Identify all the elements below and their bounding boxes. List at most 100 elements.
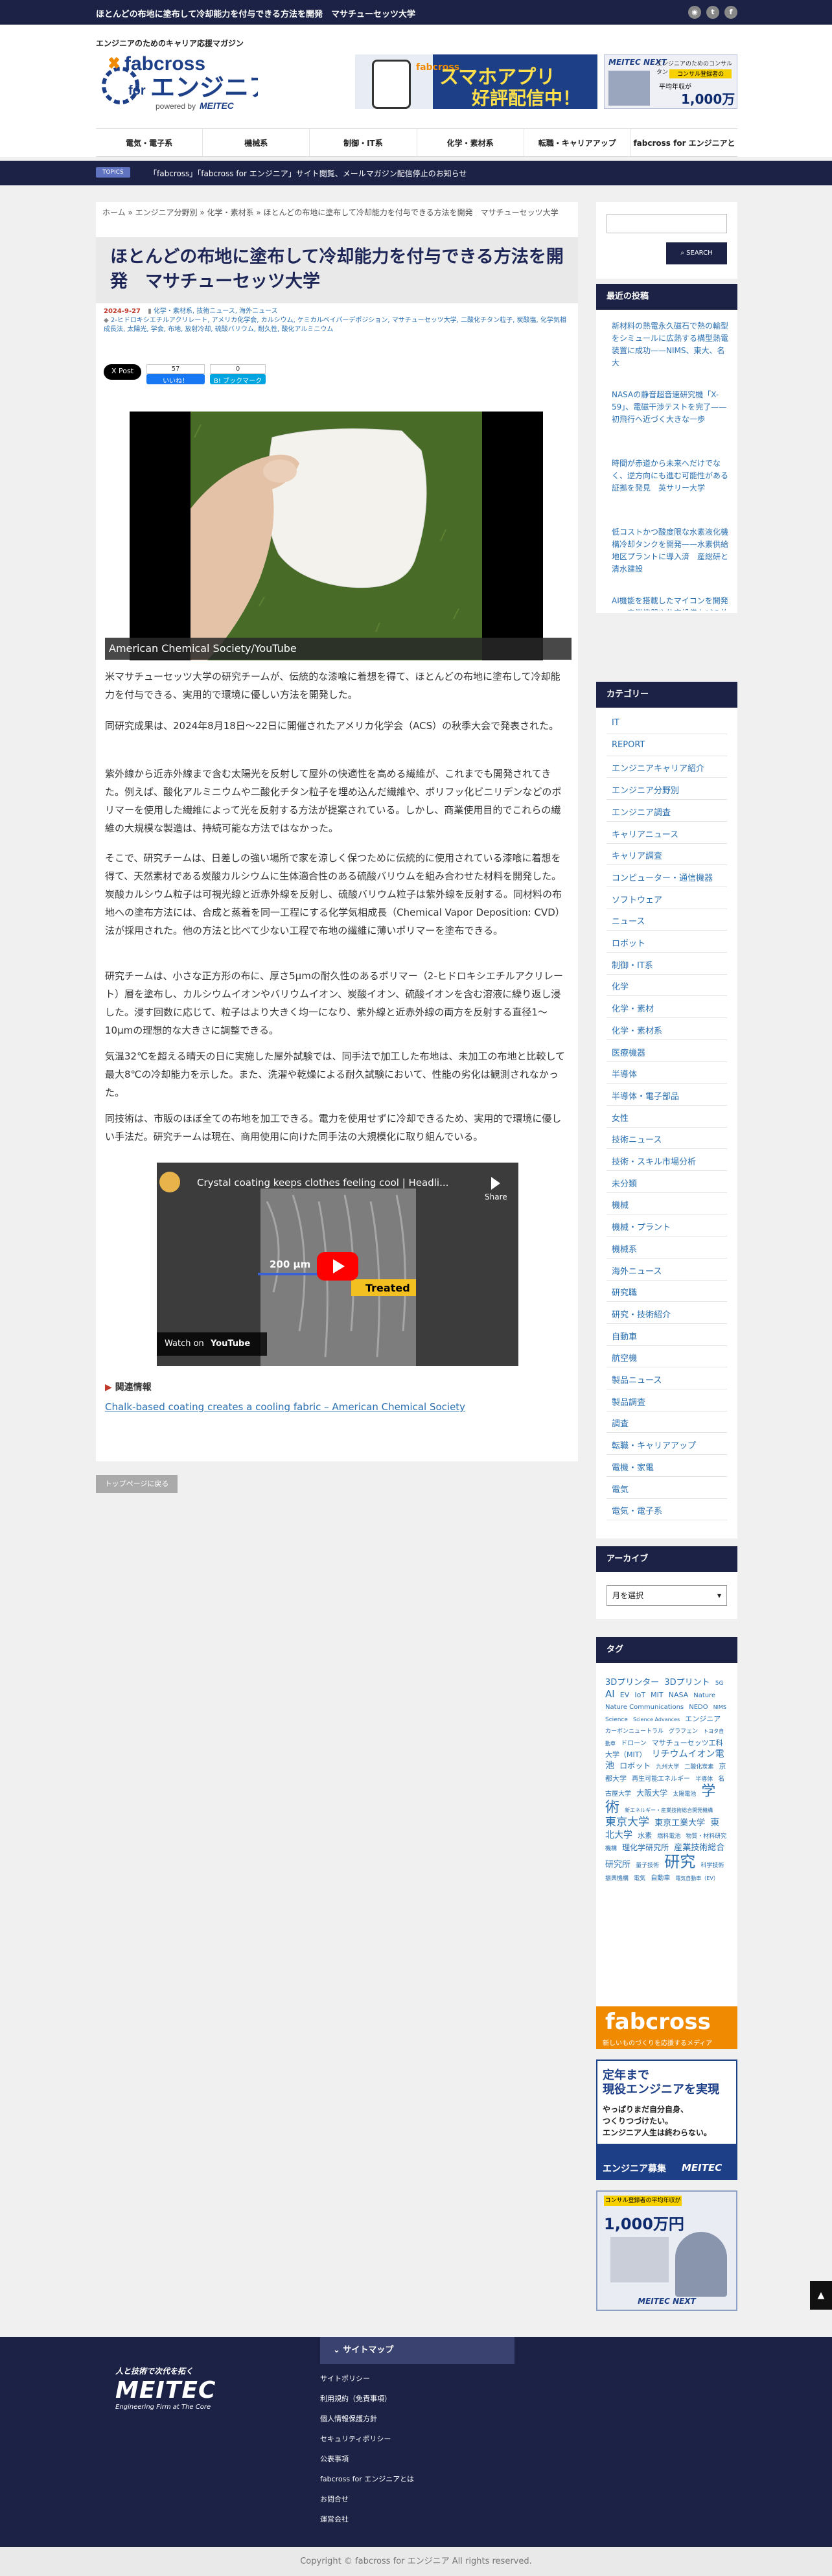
nav-item-about[interactable]: fabcross for エンジニアとは	[631, 129, 737, 176]
tag-link[interactable]: 量子技術	[636, 1862, 659, 1869]
back-to-top-button[interactable]: トップページに戻る	[96, 1475, 178, 1493]
footer-link[interactable]: 利用規約（免責事項）	[320, 2393, 391, 2404]
youtube-video[interactable]: Crystal coating keeps clothes feeling co…	[157, 1163, 518, 1366]
tag-link[interactable]: ロボット	[619, 1761, 651, 1770]
topics-link[interactable]: 「fabcross」「fabcross for エンジニア」サイト閲覧、メールマ…	[149, 168, 467, 179]
footer-link[interactable]: 運営会社	[320, 2514, 349, 2524]
tag-link[interactable]: NIMS	[713, 1704, 726, 1710]
tag-link[interactable]: エンジニア	[685, 1715, 721, 1723]
category-link[interactable]: エンジニア調査	[612, 806, 671, 818]
tag-link[interactable]: EV	[620, 1691, 629, 1699]
tag-link[interactable]: 電気自動車（EV）	[675, 1875, 719, 1881]
video-share[interactable]: Share	[485, 1192, 507, 1201]
tag-link[interactable]: 太陽電池	[673, 1791, 696, 1798]
tag-link[interactable]: 東京工業大学	[654, 1818, 705, 1828]
category-link[interactable]: 転職・キャリアアップ	[612, 1439, 696, 1451]
nav-item-electric[interactable]: 電気・電子系	[96, 129, 203, 156]
category-link[interactable]: 医療機器	[612, 1046, 645, 1058]
category-link[interactable]: ソフトウェア	[612, 893, 662, 905]
hatena-bookmark-button[interactable]: B! ブックマーク	[210, 374, 266, 385]
category-link[interactable]: ロボット	[612, 936, 645, 949]
nav-item-control-it[interactable]: 制御・IT系	[310, 129, 417, 156]
category-link[interactable]: 調査	[612, 1417, 629, 1429]
tag-link[interactable]: 再生可能エネルギー	[632, 1776, 690, 1783]
category-link[interactable]: 機械	[612, 1198, 629, 1211]
category-link[interactable]: 自動車	[612, 1330, 637, 1342]
recent-post-link[interactable]: 低コストかつ酸度限な水素液化機構冷却タンクを開発——水素供給地区プラントに導入済…	[612, 526, 728, 575]
recent-post-link[interactable]: 新材料の熱電永久磁石で熱の輸型をシミュールに広熱する構型熱電装置に成功——NIM…	[612, 320, 728, 369]
footer-link[interactable]: サイトポリシー	[320, 2373, 370, 2384]
nav-item-mechanical[interactable]: 機械系	[203, 129, 310, 156]
footer-link[interactable]: 公表事項	[320, 2454, 349, 2464]
tag-link[interactable]: Nature	[693, 1692, 715, 1699]
footer-logo[interactable]: 人と技術で次代を拓く MEITEC Engineering Firm at Th…	[115, 2365, 258, 2420]
category-link[interactable]: 技術・スキル市場分析	[612, 1155, 696, 1167]
footer-link[interactable]: fabcross for エンジニアとは	[320, 2474, 414, 2484]
category-link[interactable]: 製品調査	[612, 1395, 645, 1408]
video-title[interactable]: Crystal coating keeps clothes feeling co…	[197, 1177, 448, 1189]
nav-item-chemistry[interactable]: 化学・素材系	[417, 129, 524, 156]
tag-link[interactable]: AI	[605, 1688, 615, 1700]
footer-link[interactable]: お問合せ	[320, 2494, 349, 2504]
category-link[interactable]: 制御・IT系	[612, 958, 653, 971]
category-link[interactable]: 化学・素材	[612, 1002, 654, 1014]
meitec-next-ad[interactable]: MEITEC NEXT エンジニアのためのコンサルタント コンサル登録者の 平均…	[604, 54, 737, 109]
category-link[interactable]: キャリア調査	[612, 849, 662, 861]
category-link[interactable]: 航空機	[612, 1351, 637, 1363]
archive-select[interactable]: 月を選択 ▾	[607, 1585, 727, 1606]
search-input[interactable]	[607, 214, 727, 233]
app-banner-ad[interactable]: fabcross スマホアプリ 好評配信中！	[355, 54, 597, 109]
tag-link[interactable]: Science Advances	[633, 1717, 680, 1723]
tag-link[interactable]: Nature Communications	[605, 1704, 684, 1711]
post-tags[interactable]: 2-ヒドロキシエチルアクリレート, アメリカ化学会, カルシウム, ケミカルベイ…	[104, 317, 566, 333]
tag-link[interactable]: 燃料電池	[657, 1833, 680, 1840]
category-link[interactable]: ニュース	[612, 914, 645, 927]
rss-icon[interactable]: ◉	[688, 6, 701, 19]
facebook-icon[interactable]: f	[724, 6, 737, 19]
nav-item-career[interactable]: 転職・キャリアアップ	[524, 129, 631, 156]
category-link[interactable]: 技術ニュース	[612, 1133, 662, 1145]
recent-post-link[interactable]: AI機能を搭載したマイコンを開発——産業機器や住宅設備などの故障予兆検知に最適 …	[612, 595, 728, 610]
tag-link[interactable]: 東京大学	[605, 1816, 649, 1829]
tag-link[interactable]: 水素	[638, 1831, 652, 1840]
facebook-like-button[interactable]: いいね！	[146, 374, 205, 385]
footer-link[interactable]: 個人情報保護方針	[320, 2413, 377, 2424]
meitec-next-banner[interactable]: コンサル登録者の平均年収が 1,000万円 MEITEC NEXT	[596, 2190, 737, 2311]
category-link[interactable]: コンピューター・通信機器	[612, 871, 713, 883]
tag-link[interactable]: NASA	[669, 1691, 688, 1699]
tag-link[interactable]: 二酸化炭素	[684, 1764, 713, 1770]
category-link[interactable]: 電気・電子系	[612, 1504, 662, 1516]
category-link[interactable]: 電機・家電	[612, 1461, 654, 1473]
category-link[interactable]: 研究・技術紹介	[612, 1308, 671, 1320]
x-post-button[interactable]: X Post	[104, 364, 142, 380]
category-link[interactable]: REPORT	[612, 740, 645, 750]
watch-on-youtube[interactable]: Watch on YouTube	[157, 1332, 267, 1356]
tag-link[interactable]: MIT	[651, 1691, 663, 1699]
recruit-banner[interactable]: 定年まで 現役エンジニアを実現 やっぱりまだ自分自身、 つくりつづけたい。 エン…	[596, 2060, 737, 2180]
category-link[interactable]: 製品ニュース	[612, 1373, 662, 1386]
footer-link[interactable]: セキュリティポリシー	[320, 2433, 391, 2444]
tag-link[interactable]: 3Dプリンター	[605, 1678, 659, 1688]
category-link[interactable]: IT	[612, 718, 619, 728]
tag-link[interactable]: NEDO	[689, 1704, 708, 1711]
category-link[interactable]: 研究職	[612, 1286, 637, 1298]
search-button[interactable]: ⌕ SEARCH	[666, 242, 727, 264]
post-categories[interactable]: 化学・素材系, 技術ニュース, 海外ニュース	[154, 308, 278, 315]
tag-link[interactable]: ドローン	[621, 1740, 647, 1747]
site-logo[interactable]: fabcross for エンジニア powered by MEITEC	[96, 49, 273, 114]
twitter-icon[interactable]: t	[706, 6, 719, 19]
tag-link[interactable]: 電気	[634, 1875, 645, 1882]
breadcrumb[interactable]: ホーム » エンジニア分野別 » 化学・素材系 » ほとんどの布地に塗布して冷却…	[96, 206, 578, 219]
tag-link[interactable]: IoT	[634, 1691, 645, 1699]
category-link[interactable]: 電気	[612, 1483, 629, 1495]
category-link[interactable]: 未分類	[612, 1177, 637, 1189]
category-link[interactable]: 半導体	[612, 1067, 637, 1080]
category-link[interactable]: キャリアニュース	[612, 828, 678, 840]
related-link[interactable]: Chalk-based coating creates a cooling fa…	[105, 1401, 465, 1413]
tag-link[interactable]: グラフェン	[669, 1728, 698, 1735]
tag-link[interactable]: 自動車	[651, 1875, 670, 1882]
category-link[interactable]: 海外ニュース	[612, 1264, 662, 1277]
category-link[interactable]: 化学・素材系	[612, 1024, 662, 1036]
tag-link[interactable]: カーボンニュートラル	[605, 1728, 664, 1735]
recent-post-link[interactable]: NASAの静音超音速研究機「X-59」、電磁干渉テストを完了——初飛行へ近づく大…	[612, 389, 728, 426]
